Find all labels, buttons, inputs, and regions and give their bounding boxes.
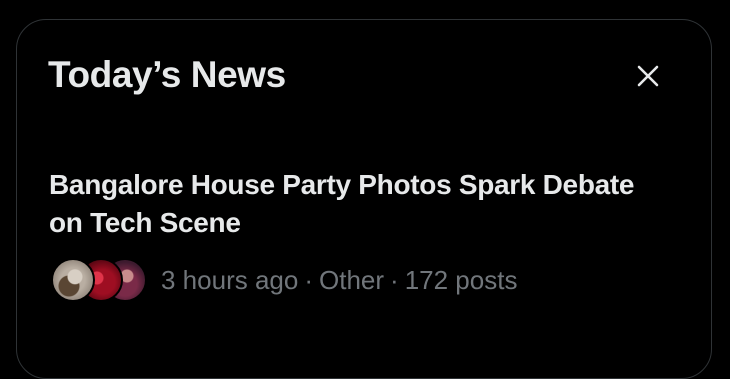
avatar [51, 258, 95, 302]
panel-title: Today’s News [48, 54, 286, 95]
news-meta-row: 3 hours ago · Other · 172 posts [51, 258, 517, 302]
meta-separator: · [304, 265, 313, 295]
news-post-count: 172 posts [404, 265, 518, 295]
close-icon [637, 65, 659, 87]
close-button[interactable] [628, 56, 668, 96]
news-headline-link[interactable]: Bangalore House Party Photos Spark Debat… [49, 166, 649, 242]
news-category: Other [319, 265, 385, 295]
avatar-stack [51, 258, 147, 302]
news-time: 3 hours ago [161, 265, 299, 295]
meta-separator: · [390, 265, 399, 295]
news-meta: 3 hours ago · Other · 172 posts [161, 264, 517, 296]
